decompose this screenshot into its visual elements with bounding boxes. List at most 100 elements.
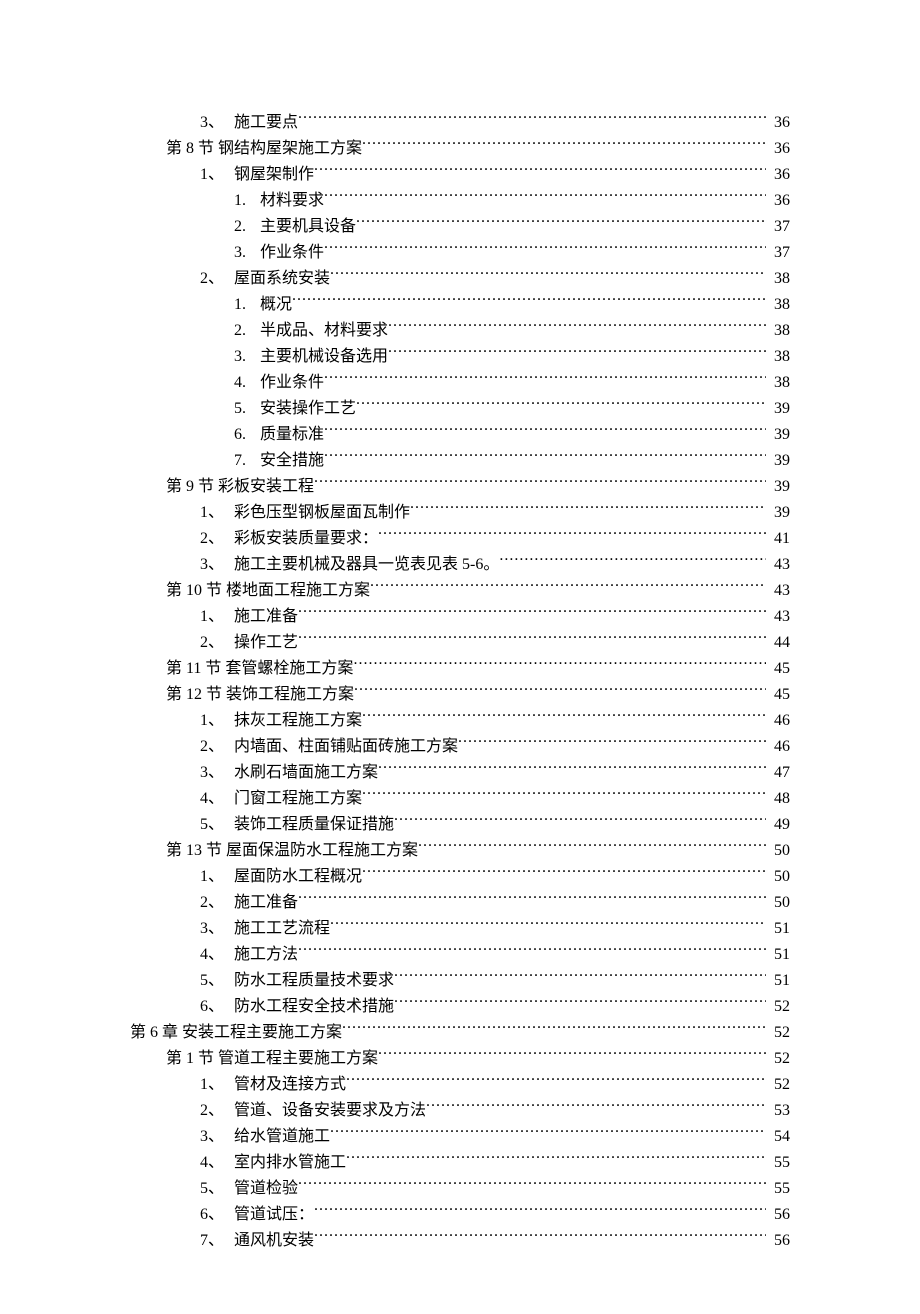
toc-number: 2、 bbox=[200, 266, 230, 292]
toc-title: 施工准备 bbox=[234, 890, 298, 916]
toc-row: 6. 质量标准39 bbox=[130, 422, 790, 448]
toc-number: 2、 bbox=[200, 1098, 230, 1124]
toc-leader-dots bbox=[370, 579, 766, 595]
toc-leader-dots bbox=[330, 917, 766, 933]
toc-title: 内墙面、柱面铺贴面砖施工方案 bbox=[234, 734, 458, 760]
toc-leader-dots bbox=[394, 813, 766, 829]
toc-number: 第 13 节 bbox=[166, 838, 222, 864]
toc-number: 3. bbox=[234, 344, 256, 370]
toc-row: 4、施工方法51 bbox=[130, 942, 790, 968]
toc-title: 管材及连接方式 bbox=[234, 1072, 346, 1098]
toc-leader-dots bbox=[458, 735, 766, 751]
toc-number: 第 8 节 bbox=[166, 136, 214, 162]
toc-title: 水刷石墙面施工方案 bbox=[234, 760, 378, 786]
toc-title: 屋面保温防水工程施工方案 bbox=[226, 838, 418, 864]
toc-leader-dots bbox=[324, 371, 766, 387]
toc-leader-dots bbox=[314, 475, 766, 491]
toc-title: 施工主要机械及器具一览表见表 5-6。 bbox=[234, 552, 499, 578]
toc-title: 抹灰工程施工方案 bbox=[234, 708, 362, 734]
toc-number: 1、 bbox=[200, 500, 230, 526]
toc-number: 第 9 节 bbox=[166, 474, 214, 500]
toc-page-number: 52 bbox=[766, 1046, 790, 1072]
toc-number: 1、 bbox=[200, 1072, 230, 1098]
toc-row: 第 8 节 钢结构屋架施工方案36 bbox=[130, 136, 790, 162]
toc-page-number: 45 bbox=[766, 656, 790, 682]
toc-number: 2. bbox=[234, 214, 256, 240]
toc-page-number: 39 bbox=[766, 474, 790, 500]
toc-page-number: 46 bbox=[766, 708, 790, 734]
toc-leader-dots bbox=[499, 553, 766, 569]
toc-leader-dots bbox=[298, 111, 766, 127]
toc-title: 通风机安装 bbox=[234, 1228, 314, 1254]
toc-title: 门窗工程施工方案 bbox=[234, 786, 362, 812]
toc-row: 1、钢屋架制作36 bbox=[130, 162, 790, 188]
toc-row: 1. 材料要求36 bbox=[130, 188, 790, 214]
toc-leader-dots bbox=[378, 527, 766, 543]
toc-leader-dots bbox=[330, 1125, 766, 1141]
toc-page-number: 36 bbox=[766, 162, 790, 188]
toc-leader-dots bbox=[362, 787, 766, 803]
toc-leader-dots bbox=[314, 1203, 766, 1219]
toc-row: 2、彩板安装质量要求：41 bbox=[130, 526, 790, 552]
toc-leader-dots bbox=[354, 683, 766, 699]
toc-leader-dots bbox=[356, 397, 766, 413]
toc-title: 主要机械设备选用 bbox=[260, 344, 388, 370]
toc-number: 3、 bbox=[200, 110, 230, 136]
toc-leader-dots bbox=[298, 631, 766, 647]
toc-title: 施工准备 bbox=[234, 604, 298, 630]
toc-leader-dots bbox=[426, 1099, 766, 1115]
toc-page-number: 38 bbox=[766, 370, 790, 396]
toc-title: 楼地面工程施工方案 bbox=[226, 578, 370, 604]
toc-number: 3、 bbox=[200, 1124, 230, 1150]
toc-page-number: 37 bbox=[766, 240, 790, 266]
toc-row: 2. 半成品、材料要求38 bbox=[130, 318, 790, 344]
toc-row: 2、屋面系统安装38 bbox=[130, 266, 790, 292]
toc-page-number: 44 bbox=[766, 630, 790, 656]
toc-number: 第 12 节 bbox=[166, 682, 222, 708]
toc-row: 第 11 节 套管螺栓施工方案45 bbox=[130, 656, 790, 682]
toc-title: 施工方法 bbox=[234, 942, 298, 968]
toc-page-number: 39 bbox=[766, 396, 790, 422]
toc-title: 安装工程主要施工方案 bbox=[182, 1020, 342, 1046]
toc-number: 3、 bbox=[200, 760, 230, 786]
toc-number: 第 6 章 bbox=[130, 1020, 178, 1046]
toc-number: 6. bbox=[234, 422, 256, 448]
toc-leader-dots bbox=[378, 1047, 766, 1063]
toc-title: 半成品、材料要求 bbox=[260, 318, 388, 344]
toc-number: 4、 bbox=[200, 1150, 230, 1176]
toc-page-number: 36 bbox=[766, 110, 790, 136]
toc-row: 2、操作工艺44 bbox=[130, 630, 790, 656]
toc-page-number: 51 bbox=[766, 916, 790, 942]
toc-page-number: 49 bbox=[766, 812, 790, 838]
toc-page-number: 56 bbox=[766, 1228, 790, 1254]
toc-leader-dots bbox=[314, 1229, 766, 1245]
toc-row: 第 9 节 彩板安装工程39 bbox=[130, 474, 790, 500]
toc-page-number: 39 bbox=[766, 500, 790, 526]
toc-page-number: 52 bbox=[766, 994, 790, 1020]
toc-number: 3. bbox=[234, 240, 256, 266]
toc-number: 6、 bbox=[200, 994, 230, 1020]
toc-leader-dots bbox=[324, 241, 766, 257]
toc-page-number: 52 bbox=[766, 1072, 790, 1098]
toc-number: 5、 bbox=[200, 812, 230, 838]
toc-row: 5、装饰工程质量保证措施49 bbox=[130, 812, 790, 838]
toc-row: 7. 安全措施39 bbox=[130, 448, 790, 474]
toc-leader-dots bbox=[342, 1021, 766, 1037]
toc-number: 1. bbox=[234, 188, 256, 214]
toc-page-number: 50 bbox=[766, 838, 790, 864]
toc-number: 3、 bbox=[200, 916, 230, 942]
toc-row: 3. 主要机械设备选用 38 bbox=[130, 344, 790, 370]
toc-leader-dots bbox=[346, 1073, 766, 1089]
toc-page-number: 39 bbox=[766, 448, 790, 474]
toc-leader-dots bbox=[362, 137, 766, 153]
toc-title: 套管螺栓施工方案 bbox=[225, 656, 353, 682]
toc-page-number: 47 bbox=[766, 760, 790, 786]
toc-page-number: 48 bbox=[766, 786, 790, 812]
toc-page-number: 38 bbox=[766, 344, 790, 370]
toc-title: 彩色压型钢板屋面瓦制作 bbox=[234, 500, 410, 526]
toc-title: 材料要求 bbox=[260, 188, 324, 214]
toc-row: 2、内墙面、柱面铺贴面砖施工方案46 bbox=[130, 734, 790, 760]
toc-row: 5、管道检验55 bbox=[130, 1176, 790, 1202]
toc-leader-dots bbox=[298, 943, 766, 959]
toc-page-number: 37 bbox=[766, 214, 790, 240]
